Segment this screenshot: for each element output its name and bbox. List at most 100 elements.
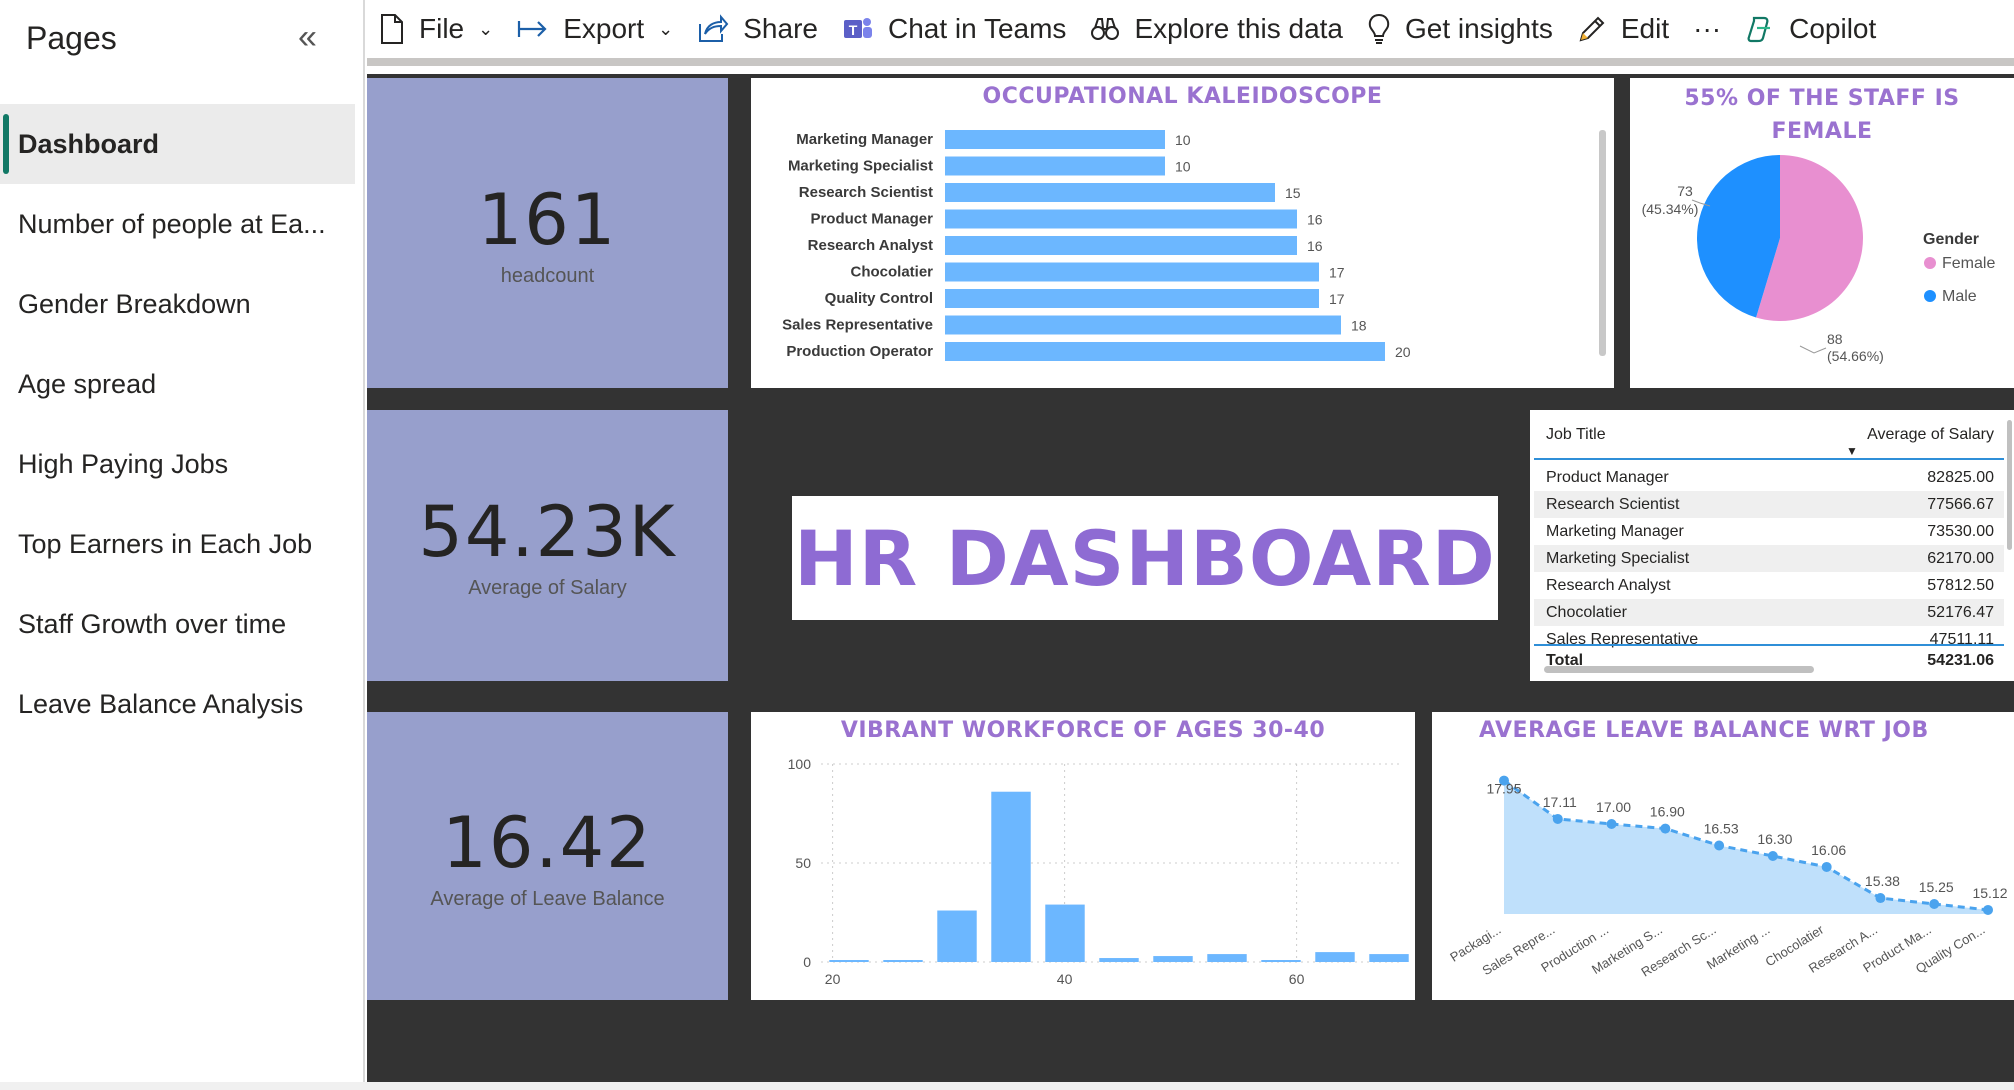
occupation-bar	[945, 183, 1275, 202]
share-label: Share	[743, 13, 818, 44]
salary-table[interactable]: Job Title Average of Salary ▼ Product Ma…	[1530, 410, 2014, 681]
sort-descending-icon: ▼	[1846, 444, 1858, 458]
age-distribution-chart[interactable]: VIBRANT WORKFORCE OF AGES 30-40 0 50 100 20…	[751, 712, 1415, 1000]
age-bar	[1315, 952, 1355, 962]
age-bar	[1207, 954, 1247, 962]
more-options-icon: ···	[1693, 13, 1722, 44]
report-canvas: 161 headcount 54.23K Average of Salary 1…	[367, 74, 2014, 1082]
chat-in-teams-button[interactable]: T Chat in Teams	[830, 0, 1078, 58]
table-header: Job Title Average of Salary ▼	[1534, 416, 2004, 460]
leave-data-point	[1552, 813, 1563, 824]
total-value: 54231.06	[1927, 652, 1994, 669]
export-menu-button[interactable]: Export ⌄	[505, 0, 685, 58]
edit-button[interactable]: Edit	[1565, 0, 1681, 58]
age-chart-plot: 0 50 100 20 40 60	[788, 756, 1409, 987]
explore-data-button[interactable]: Explore this data	[1078, 0, 1355, 58]
page-item-staff-growth[interactable]: Staff Growth over time	[0, 584, 355, 664]
edit-label: Edit	[1620, 13, 1670, 44]
salary-table-grid: Job Title Average of Salary ▼ Product Ma…	[1534, 416, 2004, 678]
age-bar	[1153, 956, 1193, 962]
leave-data-point	[1821, 861, 1832, 872]
occupation-bar	[945, 156, 1165, 176]
insights-label: Get insights	[1405, 13, 1553, 44]
occupation-value-label: 10	[1175, 132, 1191, 148]
occupation-chart-plot: Marketing Manager 10 Marketing Specialist 1…	[782, 130, 1606, 361]
female-count-label: 88	[1827, 331, 1843, 347]
table-row[interactable]: Product Manager 82825.00	[1534, 464, 2004, 491]
gender-pie-chart[interactable]: 55% OF THE STAFF IS FEMALE 88 (54.66%) 73(…	[1630, 78, 2014, 388]
salary-cell: 57812.50	[1927, 577, 1994, 594]
chevron-down-icon: ⌄	[478, 18, 494, 39]
salary-cell: 82825.00	[1927, 469, 1994, 486]
job-title-cell: Research Scientist	[1546, 496, 1680, 513]
occupation-bar	[945, 209, 1297, 229]
average-salary-card[interactable]: 54.23K Average of Salary	[367, 410, 728, 681]
table-row[interactable]: Marketing Manager 73530.00	[1534, 518, 2004, 545]
occupation-chart[interactable]: OCCUPATIONAL KALEIDOSCOPE Marketing Mana…	[751, 78, 1614, 388]
export-label: Export	[563, 13, 645, 44]
page-item-top-earners[interactable]: Top Earners in Each Job	[0, 504, 355, 584]
age-bar	[883, 960, 923, 962]
page-item-dashboard[interactable]: Dashboard	[0, 104, 355, 184]
file-menu-button[interactable]: File ⌄	[367, 0, 505, 58]
table-row[interactable]: Research Analyst 57812.50	[1534, 572, 2004, 599]
file-icon	[381, 14, 403, 44]
table-row[interactable]: Chocolatier 52176.47	[1534, 599, 2004, 626]
leave-value-label: 16.53	[1704, 820, 1739, 836]
occupation-category-label: Product Manager	[810, 211, 933, 228]
leave-data-point	[1767, 851, 1778, 861]
leave-value-label: 17.00	[1596, 799, 1631, 815]
get-insights-button[interactable]: Get insights	[1355, 0, 1565, 58]
gender-pie-plot: 88(54.66%) 73 (45.34%) Gender Female Male	[1642, 155, 1995, 364]
occupation-category-label: Research Analyst	[808, 237, 933, 254]
occupation-bar	[945, 315, 1341, 335]
lightbulb-icon	[1368, 13, 1390, 44]
occupation-bar	[945, 130, 1165, 149]
headcount-card[interactable]: 161 headcount	[367, 78, 728, 388]
leave-data-point	[1875, 893, 1886, 904]
age-y-tick-label: 50	[795, 855, 811, 871]
app-window: Pages « Dashboard Number of people at Ea…	[0, 0, 2014, 1090]
job-title-cell: Marketing Specialist	[1546, 550, 1690, 567]
leave-balance-chart[interactable]: AVERAGE LEAVE BALANCE WRT JOB 17.95 17.11…	[1432, 712, 2014, 1000]
horizontal-scrollbar[interactable]	[1544, 666, 1814, 673]
age-bar	[1045, 904, 1085, 962]
collapse-pane-icon[interactable]: «	[298, 18, 317, 57]
pages-pane: Pages « Dashboard Number of people at Ea…	[0, 0, 365, 1082]
headcount-value: 161	[477, 178, 618, 261]
salary-cell: 77566.67	[1927, 496, 1994, 513]
table-row[interactable]: Research Scientist 77566.67	[1534, 491, 2004, 518]
job-title-column-header[interactable]: Job Title	[1546, 426, 1606, 444]
job-title-cell: Product Manager	[1546, 469, 1669, 486]
occupation-category-label: Production Operator	[786, 343, 933, 360]
more-options-button[interactable]: ···	[1681, 0, 1733, 58]
table-row[interactable]: Marketing Specialist 62170.00	[1534, 545, 2004, 572]
vertical-scrollbar[interactable]	[2007, 420, 2012, 550]
legend-swatch-male	[1924, 290, 1936, 302]
average-leave-value: 16.42	[442, 801, 653, 884]
average-leave-card[interactable]: 16.42 Average of Leave Balance	[367, 712, 728, 1000]
occupation-chart-scrollbar	[1599, 130, 1606, 356]
occupation-category-label: Quality Control	[825, 290, 933, 307]
age-y-tick-label: 0	[803, 954, 811, 970]
occupation-bar	[945, 342, 1385, 361]
occupation-value-label: 17	[1329, 265, 1345, 281]
chat-label: Chat in Teams	[887, 13, 1067, 44]
average-leave-label: Average of Leave Balance	[430, 887, 665, 910]
export-arrow-icon	[518, 21, 547, 37]
leave-value-label: 16.90	[1650, 804, 1685, 820]
page-item-high-paying-jobs[interactable]: High Paying Jobs	[0, 424, 355, 504]
gender-legend-title: Gender	[1923, 231, 1979, 248]
page-item-leave-balance[interactable]: Leave Balance Analysis	[0, 664, 355, 744]
job-title-cell: Marketing Manager	[1546, 523, 1684, 540]
legend-label-male: Male	[1942, 288, 1977, 305]
copilot-button[interactable]: Copilot	[1733, 0, 1888, 58]
binoculars-icon	[1091, 18, 1120, 40]
page-item-gender-breakdown[interactable]: Gender Breakdown	[0, 264, 355, 344]
male-percent-label: (45.34%)	[1642, 201, 1699, 217]
share-button[interactable]: Share	[685, 0, 830, 58]
average-salary-column-header[interactable]: Average of Salary	[1867, 426, 1994, 444]
legend-swatch-female	[1924, 257, 1936, 269]
page-item-age-spread[interactable]: Age spread	[0, 344, 355, 424]
page-item-people-count[interactable]: Number of people at Ea...	[0, 184, 355, 264]
